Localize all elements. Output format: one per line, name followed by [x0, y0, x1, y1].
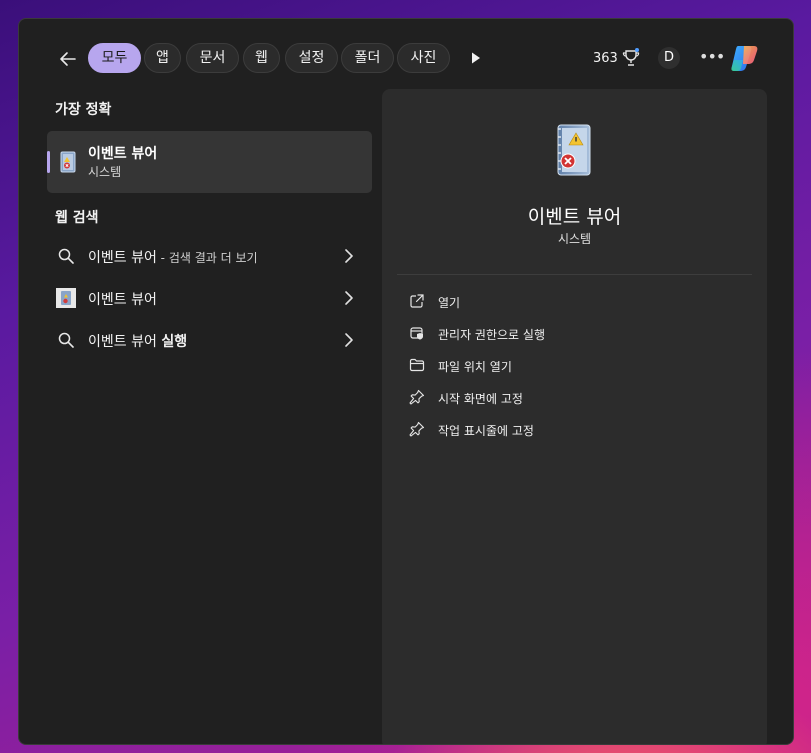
back-arrow-icon [60, 52, 76, 66]
tab-documents[interactable]: 문서 [186, 43, 239, 73]
copilot-icon[interactable] [730, 43, 762, 73]
search-icon [55, 329, 77, 351]
event-viewer-large-icon [557, 124, 591, 176]
web-search-item-event-viewer[interactable]: 이벤트 뷰어 [55, 287, 355, 311]
tab-photos[interactable]: 사진 [397, 43, 450, 73]
selection-indicator [47, 151, 50, 173]
web-search-heading: 웹 검색 [55, 210, 99, 226]
web-search-item-label: 이벤트 뷰어 - 검색 결과 더 보기 [88, 250, 258, 266]
tab-web[interactable]: 웹 [243, 43, 280, 73]
action-open-file-location[interactable]: 파일 위치 열기 [409, 355, 739, 377]
action-label: 파일 위치 열기 [438, 360, 512, 374]
web-search-item-label: 이벤트 뷰어 실행 [88, 334, 188, 350]
detail-title: 이벤트 뷰어 [527, 206, 622, 228]
more-tabs-button[interactable] [469, 49, 483, 67]
tab-apps[interactable]: 앱 [144, 43, 181, 73]
detail-subtitle: 시스템 [557, 232, 592, 246]
play-triangle-icon [472, 52, 480, 64]
folder-icon [409, 358, 425, 372]
best-match-subtitle: 시스템 [88, 165, 122, 179]
tab-all[interactable]: 모두 [88, 43, 141, 73]
best-match-result[interactable]: 이벤트 뷰어 시스템 [47, 131, 372, 193]
tab-folders[interactable]: 폴더 [341, 43, 394, 73]
action-run-as-admin[interactable]: 관리자 권한으로 실행 [409, 323, 739, 345]
rewards-points[interactable]: 363 [593, 51, 618, 66]
more-options-button[interactable]: ••• [699, 48, 725, 68]
event-viewer-thumbnail-icon [56, 288, 76, 308]
chevron-right-icon [345, 249, 353, 263]
tab-settings[interactable]: 설정 [285, 43, 338, 73]
action-label: 열기 [438, 296, 461, 310]
rewards-trophy-icon[interactable] [622, 48, 640, 68]
best-match-heading: 가장 정확 [55, 102, 112, 118]
chevron-right-icon [345, 333, 353, 347]
open-icon [410, 294, 424, 308]
chevron-right-icon [345, 291, 353, 305]
action-open[interactable]: 열기 [409, 291, 739, 313]
ellipsis-icon: ••• [699, 47, 725, 66]
detail-divider [397, 274, 752, 275]
action-label: 관리자 권한으로 실행 [438, 328, 545, 342]
pin-icon [409, 421, 425, 437]
event-viewer-icon [60, 151, 76, 173]
action-label: 작업 표시줄에 고정 [438, 424, 534, 438]
start-search-panel: 모두 앱 문서 웹 설정 폴더 사진 363 D ••• 가장 정확 이벤트 뷰… [18, 18, 794, 745]
web-search-item-run[interactable]: 이벤트 뷰어 실행 [55, 329, 355, 353]
action-pin-to-taskbar[interactable]: 작업 표시줄에 고정 [409, 419, 739, 441]
admin-shield-icon [410, 327, 423, 340]
search-icon [55, 245, 77, 267]
account-avatar[interactable]: D [658, 47, 680, 69]
web-search-item-label: 이벤트 뷰어 [88, 292, 157, 308]
action-pin-to-start[interactable]: 시작 화면에 고정 [409, 387, 739, 409]
action-label: 시작 화면에 고정 [438, 392, 523, 406]
result-detail-pane: 이벤트 뷰어 시스템 열기 관리자 권한으로 실행 파일 위치 열기 시작 화면… [382, 89, 767, 744]
pin-icon [409, 389, 425, 405]
back-button[interactable] [55, 46, 81, 72]
best-match-title: 이벤트 뷰어 [88, 146, 158, 162]
web-search-item-more-results[interactable]: 이벤트 뷰어 - 검색 결과 더 보기 [55, 245, 355, 269]
